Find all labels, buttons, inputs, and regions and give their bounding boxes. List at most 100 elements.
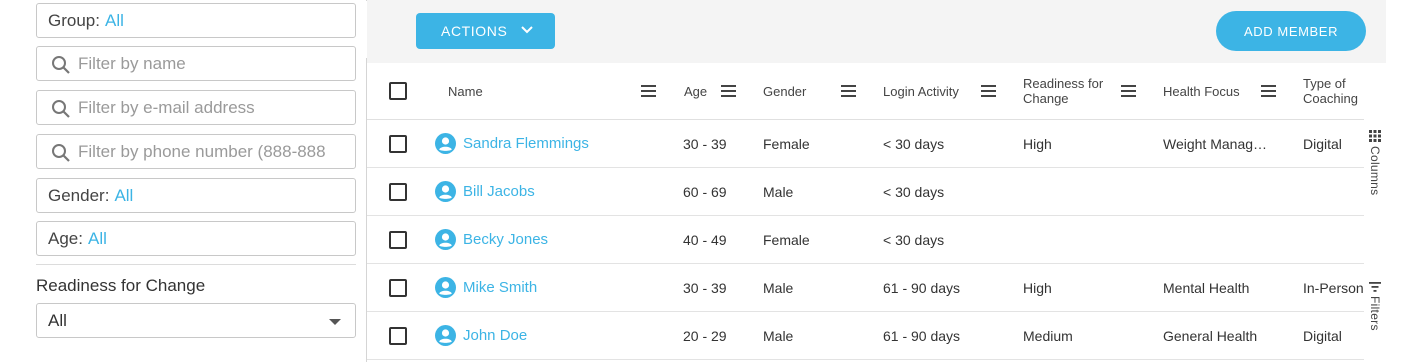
actions-button[interactable]: ACTIONS (416, 13, 555, 49)
cell-gender: Male (763, 184, 794, 200)
add-member-button-label: ADD MEMBER (1243, 23, 1339, 39)
cell-login-activity: 61 - 90 days (883, 328, 961, 344)
cell-age: 30 - 39 (683, 136, 727, 152)
age-filter-label: Age: (48, 228, 83, 248)
column-header-gender[interactable]: Gender (763, 84, 806, 99)
table-row[interactable]: Becky Jones 40 - 49 Female < 30 days (367, 216, 1364, 264)
row-checkbox[interactable] (389, 135, 407, 153)
filter-divider (36, 264, 356, 265)
member-name: Mike Smith (463, 279, 538, 296)
member-link[interactable]: John Doe (435, 325, 527, 346)
right-gutter (1386, 0, 1401, 362)
filters-panel-label: Filters (1368, 296, 1382, 331)
group-filter-label: Group: (48, 10, 100, 30)
cell-health-focus: Weight Manag… (1163, 136, 1268, 152)
cell-readiness: High (1023, 280, 1052, 296)
readiness-filter-select[interactable]: All (36, 303, 356, 338)
add-member-button[interactable]: ADD MEMBER (1216, 11, 1366, 51)
column-header-coaching-type[interactable]: Type of Coaching (1303, 76, 1364, 106)
cell-login-activity: 61 - 90 days (883, 280, 961, 296)
email-filter-field[interactable] (36, 90, 356, 125)
cell-gender: Male (763, 328, 794, 344)
member-link[interactable]: Mike Smith (435, 277, 537, 298)
table-row[interactable]: Sandra Flemmings 30 - 39 Female < 30 day… (367, 120, 1364, 168)
cell-gender: Female (763, 232, 810, 248)
menu-icon[interactable] (721, 85, 736, 97)
gender-filter[interactable]: Gender: All (36, 178, 356, 213)
row-checkbox[interactable] (389, 279, 407, 297)
cell-readiness: Medium (1023, 328, 1073, 344)
column-header-age[interactable]: Age (684, 84, 707, 99)
menu-icon[interactable] (841, 85, 856, 97)
name-filter-field[interactable] (36, 46, 356, 81)
member-link[interactable]: Bill Jacobs (435, 181, 535, 202)
member-link[interactable]: Becky Jones (435, 229, 548, 250)
age-filter[interactable]: Age: All (36, 221, 356, 256)
table-row[interactable]: Mike Smith 30 - 39 Male 61 - 90 days Hig… (367, 264, 1364, 312)
menu-icon[interactable] (641, 85, 656, 97)
dropdown-caret-icon (329, 319, 341, 325)
member-link[interactable]: Sandra Flemmings (435, 133, 589, 154)
cell-health-focus: Mental Health (1163, 280, 1250, 296)
group-filter[interactable]: Group: All (36, 3, 356, 38)
cell-age: 20 - 29 (683, 328, 727, 344)
table-row[interactable]: Bill Jacobs 60 - 69 Male < 30 days (367, 168, 1364, 216)
user-avatar-icon (435, 277, 456, 298)
row-checkbox[interactable] (389, 327, 407, 345)
table-row[interactable]: John Doe 20 - 29 Male 61 - 90 days Mediu… (367, 312, 1364, 360)
phone-filter-input[interactable] (37, 141, 355, 162)
toolbar: ACTIONS ADD MEMBER (367, 0, 1386, 63)
cell-login-activity: < 30 days (883, 232, 945, 248)
columns-panel-label: Columns (1368, 146, 1382, 196)
menu-icon[interactable] (1261, 85, 1276, 97)
cell-age: 40 - 49 (683, 232, 727, 248)
chevron-down-icon (521, 26, 533, 34)
group-filter-value: All (104, 10, 124, 30)
member-name: John Doe (463, 327, 528, 344)
column-header-name[interactable]: Name (448, 84, 483, 99)
user-avatar-icon (435, 325, 456, 346)
table-header: Name Age Gender Login Activity Readiness… (367, 63, 1364, 120)
row-checkbox[interactable] (389, 231, 407, 249)
menu-icon[interactable] (1121, 85, 1136, 97)
gender-filter-label: Gender: (48, 185, 110, 205)
user-avatar-icon (435, 181, 456, 202)
email-filter-input[interactable] (37, 97, 355, 118)
filter-sidebar: Group: All Gender: All Age: All Readines… (0, 0, 366, 362)
member-name: Bill Jacobs (463, 183, 535, 200)
select-all-checkbox[interactable] (389, 82, 407, 100)
cell-coaching-type: Digital (1303, 328, 1342, 344)
row-checkbox[interactable] (389, 183, 407, 201)
cell-gender: Female (763, 136, 810, 152)
search-icon (52, 56, 70, 74)
side-tool-panel: Columns Filters (1364, 63, 1386, 362)
column-header-health-focus[interactable]: Health Focus (1163, 84, 1240, 99)
menu-icon[interactable] (981, 85, 996, 97)
name-filter-input[interactable] (37, 53, 355, 74)
column-header-readiness[interactable]: Readiness for Change (1023, 76, 1123, 106)
cell-coaching-type: Digital (1303, 136, 1342, 152)
cell-login-activity: < 30 days (883, 184, 945, 200)
members-table: Name Age Gender Login Activity Readiness… (367, 63, 1364, 362)
cell-age: 30 - 39 (683, 280, 727, 296)
filters-panel-button[interactable]: Filters (1364, 282, 1386, 331)
column-header-login-activity[interactable]: Login Activity (883, 84, 959, 99)
members-main: ACTIONS ADD MEMBER Name Age Gender Login… (367, 0, 1386, 362)
actions-button-label: ACTIONS (441, 23, 508, 39)
cell-login-activity: < 30 days (883, 136, 945, 152)
grid-icon (1369, 130, 1381, 142)
cell-coaching-type: In-Person (1303, 280, 1364, 296)
user-avatar-icon (435, 133, 456, 154)
search-icon (52, 144, 70, 162)
member-name: Becky Jones (463, 231, 549, 248)
cell-gender: Male (763, 280, 794, 296)
readiness-filter-label: Readiness for Change (36, 276, 206, 295)
columns-panel-button[interactable]: Columns (1364, 130, 1386, 195)
age-filter-value: All (87, 228, 107, 248)
cell-health-focus: General Health (1163, 328, 1258, 344)
cell-age: 60 - 69 (683, 184, 727, 200)
readiness-filter-value: All (48, 310, 67, 330)
cell-readiness: High (1023, 136, 1052, 152)
phone-filter-field[interactable] (36, 134, 356, 169)
filter-icon (1369, 282, 1381, 292)
